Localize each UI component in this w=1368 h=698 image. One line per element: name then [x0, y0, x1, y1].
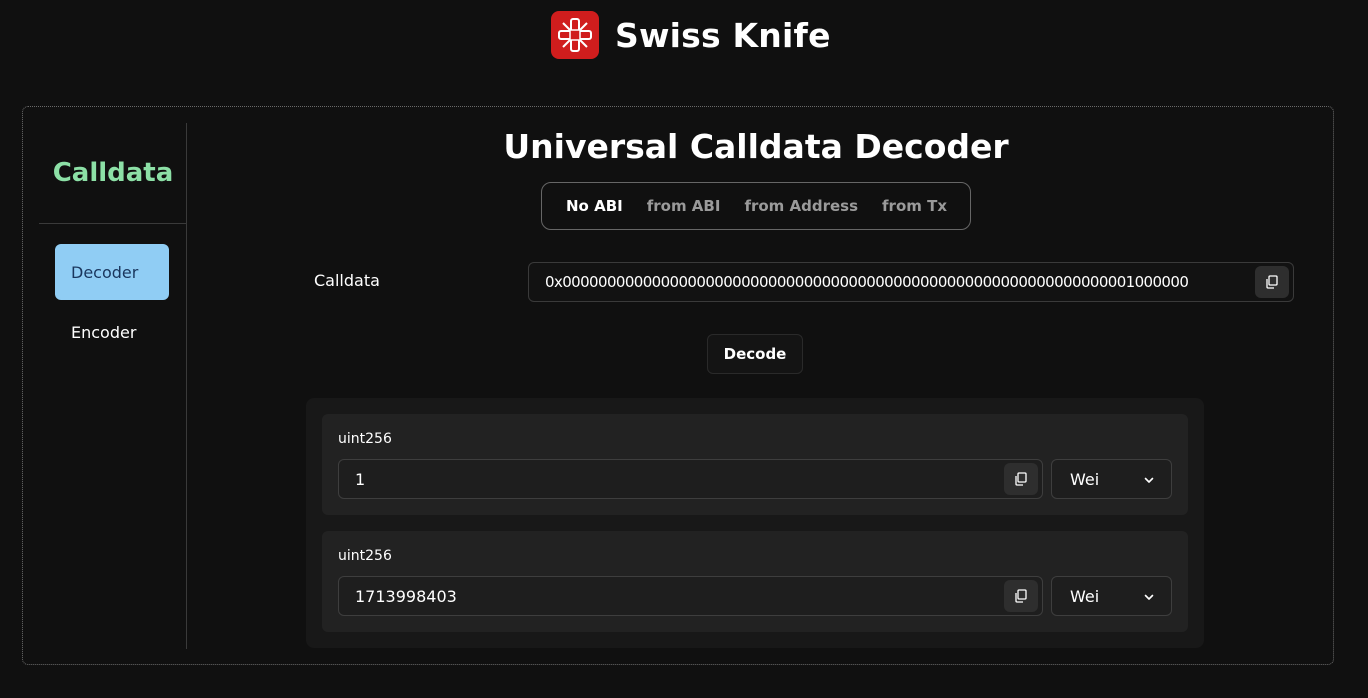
unit-select-value: Wei — [1070, 469, 1100, 489]
copy-icon — [1015, 589, 1027, 603]
swiss-knife-logo-icon — [551, 11, 599, 59]
copy-icon — [1015, 472, 1027, 486]
sidebar-title: Calldata — [39, 123, 187, 224]
tab-from-address[interactable]: from Address — [732, 197, 870, 215]
param-type: uint256 — [338, 548, 392, 564]
list-item: uint256 1 Wei — [322, 414, 1188, 515]
list-item: uint256 1713998403 Wei — [322, 531, 1188, 632]
tab-from-abi[interactable]: from ABI — [635, 197, 733, 215]
unit-select[interactable]: Wei — [1051, 576, 1172, 616]
sidebar-item-decoder[interactable]: Decoder — [55, 244, 169, 300]
param-value: 1713998403 — [355, 586, 457, 606]
tab-no-abi[interactable]: No ABI — [554, 197, 635, 215]
unit-select-value: Wei — [1070, 586, 1100, 606]
sidebar-item-label: Encoder — [71, 322, 137, 342]
chevron-down-icon — [1144, 477, 1154, 483]
copy-value-button[interactable] — [1004, 463, 1038, 495]
copy-value-button[interactable] — [1004, 580, 1038, 612]
decode-button[interactable]: Decode — [707, 334, 803, 374]
decoded-results: uint256 1 Wei uint256 1713998403 Wei — [306, 398, 1204, 648]
unit-select[interactable]: Wei — [1051, 459, 1172, 499]
param-type: uint256 — [338, 431, 392, 447]
param-value-field[interactable]: 1 — [338, 459, 1043, 499]
chevron-down-icon — [1144, 594, 1154, 600]
calldata-label: Calldata — [314, 271, 380, 290]
copy-icon — [1266, 275, 1278, 289]
param-value: 1 — [355, 469, 366, 489]
param-value-field[interactable]: 1713998403 — [338, 576, 1043, 616]
calldata-input[interactable]: 0x00000000000000000000000000000000000000… — [528, 262, 1294, 302]
brand[interactable]: Swiss Knife — [551, 10, 831, 60]
tab-from-tx[interactable]: from Tx — [870, 197, 959, 215]
sidebar: Calldata Decoder Encoder — [23, 123, 187, 649]
app-title: Swiss Knife — [615, 15, 831, 55]
calldata-value: 0x00000000000000000000000000000000000000… — [545, 273, 1189, 291]
sidebar-item-encoder[interactable]: Encoder — [55, 304, 169, 360]
page-title: Universal Calldata Decoder — [503, 127, 1009, 166]
decode-mode-tabs: No ABI from ABI from Address from Tx — [541, 182, 971, 230]
main-card: Calldata Decoder Encoder Universal Calld… — [22, 106, 1334, 665]
sidebar-item-label: Decoder — [71, 262, 139, 282]
copy-calldata-button[interactable] — [1255, 266, 1289, 298]
